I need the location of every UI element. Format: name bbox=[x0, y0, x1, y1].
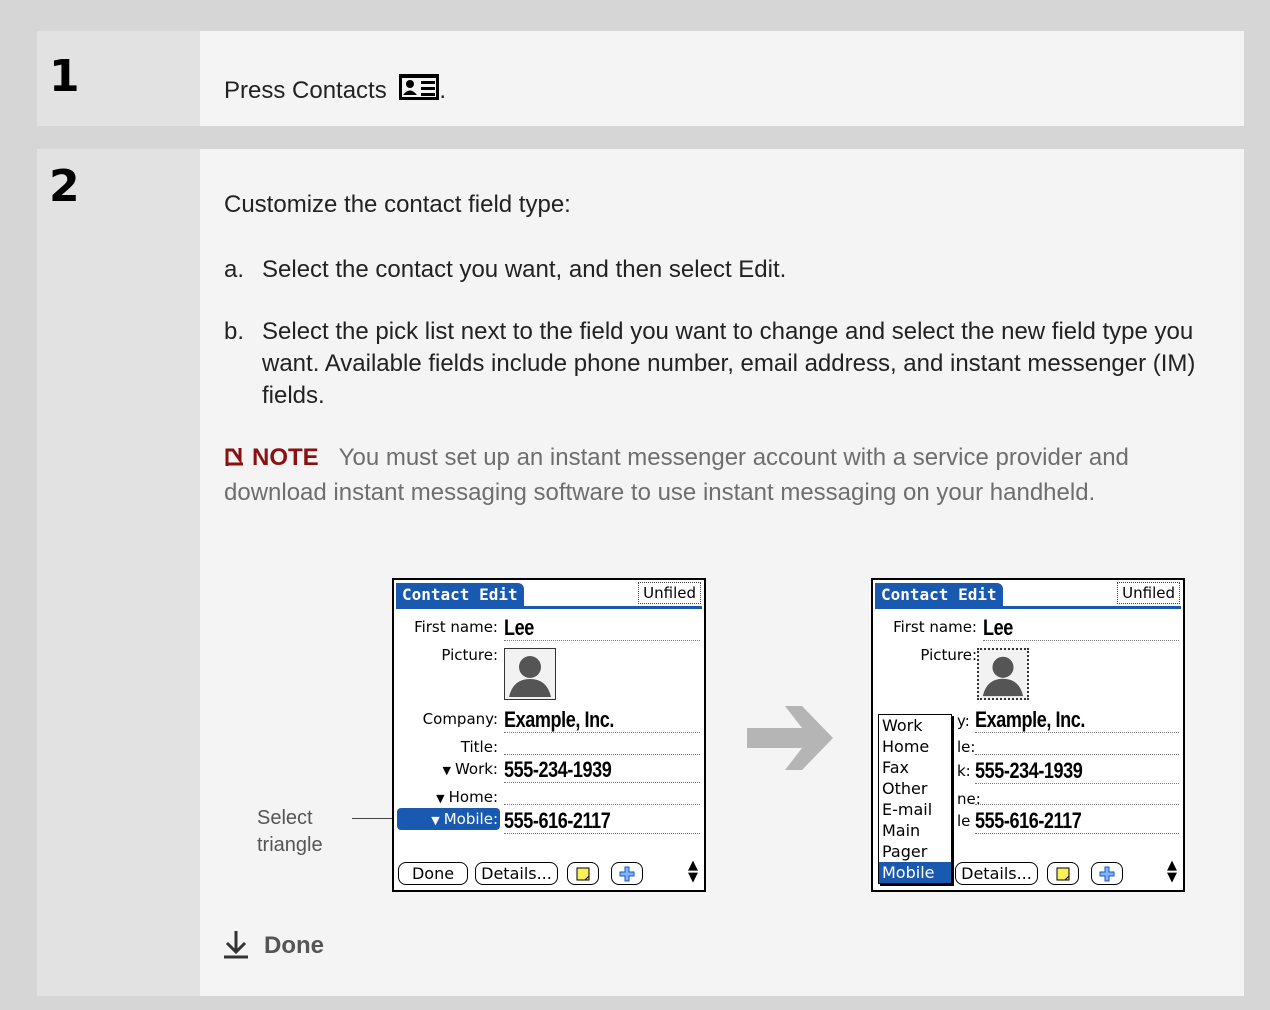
screen-title-tab: Contact Edit bbox=[875, 583, 1003, 606]
company-label-partial: y: bbox=[957, 712, 970, 730]
note-sticky-icon bbox=[576, 867, 590, 881]
contacts-icon bbox=[399, 74, 440, 107]
plus-icon bbox=[1099, 866, 1115, 882]
picklist-item-mobile[interactable]: Mobile bbox=[879, 862, 951, 883]
add-field-button[interactable] bbox=[1091, 862, 1123, 885]
list-item-text: Select the contact you want, and then se… bbox=[262, 256, 787, 283]
step-number: 1 bbox=[49, 51, 80, 102]
person-silhouette-icon bbox=[982, 656, 1024, 697]
add-field-button[interactable] bbox=[611, 862, 643, 885]
title-underline bbox=[396, 606, 702, 609]
field-type-picklist: Work Home Fax Other E-mail Main Pager Mo… bbox=[878, 714, 952, 884]
work-phone-value[interactable]: 555-234-1939 bbox=[975, 759, 1083, 783]
screen-title-tab: Contact Edit bbox=[396, 583, 524, 606]
picklist-item-email[interactable]: E-mail bbox=[879, 799, 951, 820]
picture-label: Picture: bbox=[920, 646, 977, 664]
contact-picture[interactable] bbox=[504, 648, 556, 700]
done-label: Done bbox=[264, 932, 324, 959]
contact-edit-screen-after: Contact Edit Unfiled First name: Lee Pic… bbox=[871, 578, 1185, 892]
picklist-item-main[interactable]: Main bbox=[879, 820, 951, 841]
field-underline bbox=[975, 833, 1179, 834]
triangle-down-icon: ▼ bbox=[442, 764, 451, 777]
note-button[interactable] bbox=[1047, 862, 1079, 885]
scroll-arrows-icon[interactable]: ▲ ▼ bbox=[688, 859, 698, 884]
title-label: Title: bbox=[460, 738, 498, 756]
mobile-label-partial: le bbox=[957, 812, 971, 830]
field-underline bbox=[504, 754, 700, 755]
list-item-text: Select the pick list next to the field y… bbox=[262, 318, 1196, 409]
title-underline bbox=[875, 606, 1181, 609]
details-button[interactable]: Details... bbox=[475, 862, 558, 885]
field-underline bbox=[504, 732, 700, 733]
step-1-number-cell: 1 bbox=[37, 31, 200, 126]
field-underline bbox=[504, 640, 700, 641]
first-name-value[interactable]: Lee bbox=[983, 616, 1013, 640]
plus-icon bbox=[619, 866, 635, 882]
step-1-body: Press Contacts . bbox=[200, 31, 1244, 126]
step-2-number-cell: 2 bbox=[37, 149, 200, 996]
down-arrow-done-icon bbox=[222, 929, 250, 966]
field-underline bbox=[975, 804, 1179, 805]
field-underline bbox=[975, 754, 1179, 755]
select-triangle-callout: Select triangle bbox=[257, 805, 323, 859]
list-item-label: a. bbox=[224, 256, 245, 283]
picklist-item-work[interactable]: Work bbox=[879, 715, 951, 736]
note-label: NOTE bbox=[252, 444, 319, 471]
done-button[interactable]: Done bbox=[398, 862, 468, 885]
field-underline bbox=[504, 782, 700, 783]
first-name-label: First name: bbox=[893, 618, 977, 636]
field-underline bbox=[975, 783, 1179, 784]
step-1-text: Press Contacts . bbox=[224, 74, 446, 107]
picklist-item-pager[interactable]: Pager bbox=[879, 841, 951, 862]
picklist-item-home[interactable]: Home bbox=[879, 736, 951, 757]
title-label-partial: le: bbox=[957, 738, 976, 756]
right-arrow-icon bbox=[747, 698, 847, 783]
note-icon bbox=[224, 445, 246, 477]
step-number: 2 bbox=[49, 161, 80, 212]
details-button[interactable]: Details... bbox=[955, 862, 1038, 885]
note-sticky-icon bbox=[1056, 867, 1070, 881]
work-label-partial: k: bbox=[957, 762, 971, 780]
callout-line-2: triangle bbox=[257, 834, 323, 856]
field-underline bbox=[983, 640, 1179, 641]
field-underline bbox=[504, 833, 700, 834]
callout-leader-line bbox=[352, 818, 396, 819]
first-name-value[interactable]: Lee bbox=[504, 616, 534, 640]
field-underline bbox=[975, 732, 1179, 733]
list-item-label: b. bbox=[224, 318, 245, 345]
contact-edit-screen-before: Contact Edit Unfiled First name: Lee Pic… bbox=[392, 578, 706, 892]
mobile-phone-value[interactable]: 555-616-2117 bbox=[975, 809, 1082, 833]
scroll-arrows-icon[interactable]: ▲ ▼ bbox=[1167, 859, 1177, 884]
triangle-down-icon: ▼ bbox=[436, 792, 445, 805]
company-value[interactable]: Example, Inc. bbox=[504, 708, 614, 732]
home-label[interactable]: ▼ Home: bbox=[436, 788, 498, 808]
mobile-phone-value[interactable]: 555-616-2117 bbox=[504, 809, 611, 833]
press-contacts-text: Press Contacts bbox=[224, 77, 387, 104]
first-name-label: First name: bbox=[414, 618, 498, 636]
category-picker[interactable]: Unfiled bbox=[1117, 582, 1180, 604]
callout-line-1: Select bbox=[257, 807, 313, 829]
picklist-item-fax[interactable]: Fax bbox=[879, 757, 951, 778]
work-phone-value[interactable]: 555-234-1939 bbox=[504, 758, 612, 782]
category-picker[interactable]: Unfiled bbox=[638, 582, 701, 604]
period-text: . bbox=[439, 77, 447, 104]
company-label: Company: bbox=[422, 710, 498, 728]
picture-label: Picture: bbox=[441, 646, 498, 664]
note-block: NOTE You must set up an instant messenger… bbox=[224, 442, 1214, 509]
triangle-down-icon: ▼ bbox=[431, 814, 440, 827]
person-silhouette-icon bbox=[509, 656, 551, 697]
company-value[interactable]: Example, Inc. bbox=[975, 708, 1085, 732]
done-indicator: Done bbox=[222, 929, 324, 966]
note-button[interactable] bbox=[567, 862, 599, 885]
picklist-item-other[interactable]: Other bbox=[879, 778, 951, 799]
step-2-intro: Customize the contact field type: bbox=[224, 191, 571, 218]
home-label-partial: ne: bbox=[957, 790, 981, 808]
contact-picture[interactable] bbox=[977, 648, 1029, 700]
field-underline bbox=[504, 804, 700, 805]
note-text: You must set up an instant messenger acc… bbox=[224, 444, 1129, 506]
work-label[interactable]: ▼ Work: bbox=[442, 760, 498, 780]
mobile-label[interactable]: ▼ Mobile: bbox=[431, 810, 498, 830]
